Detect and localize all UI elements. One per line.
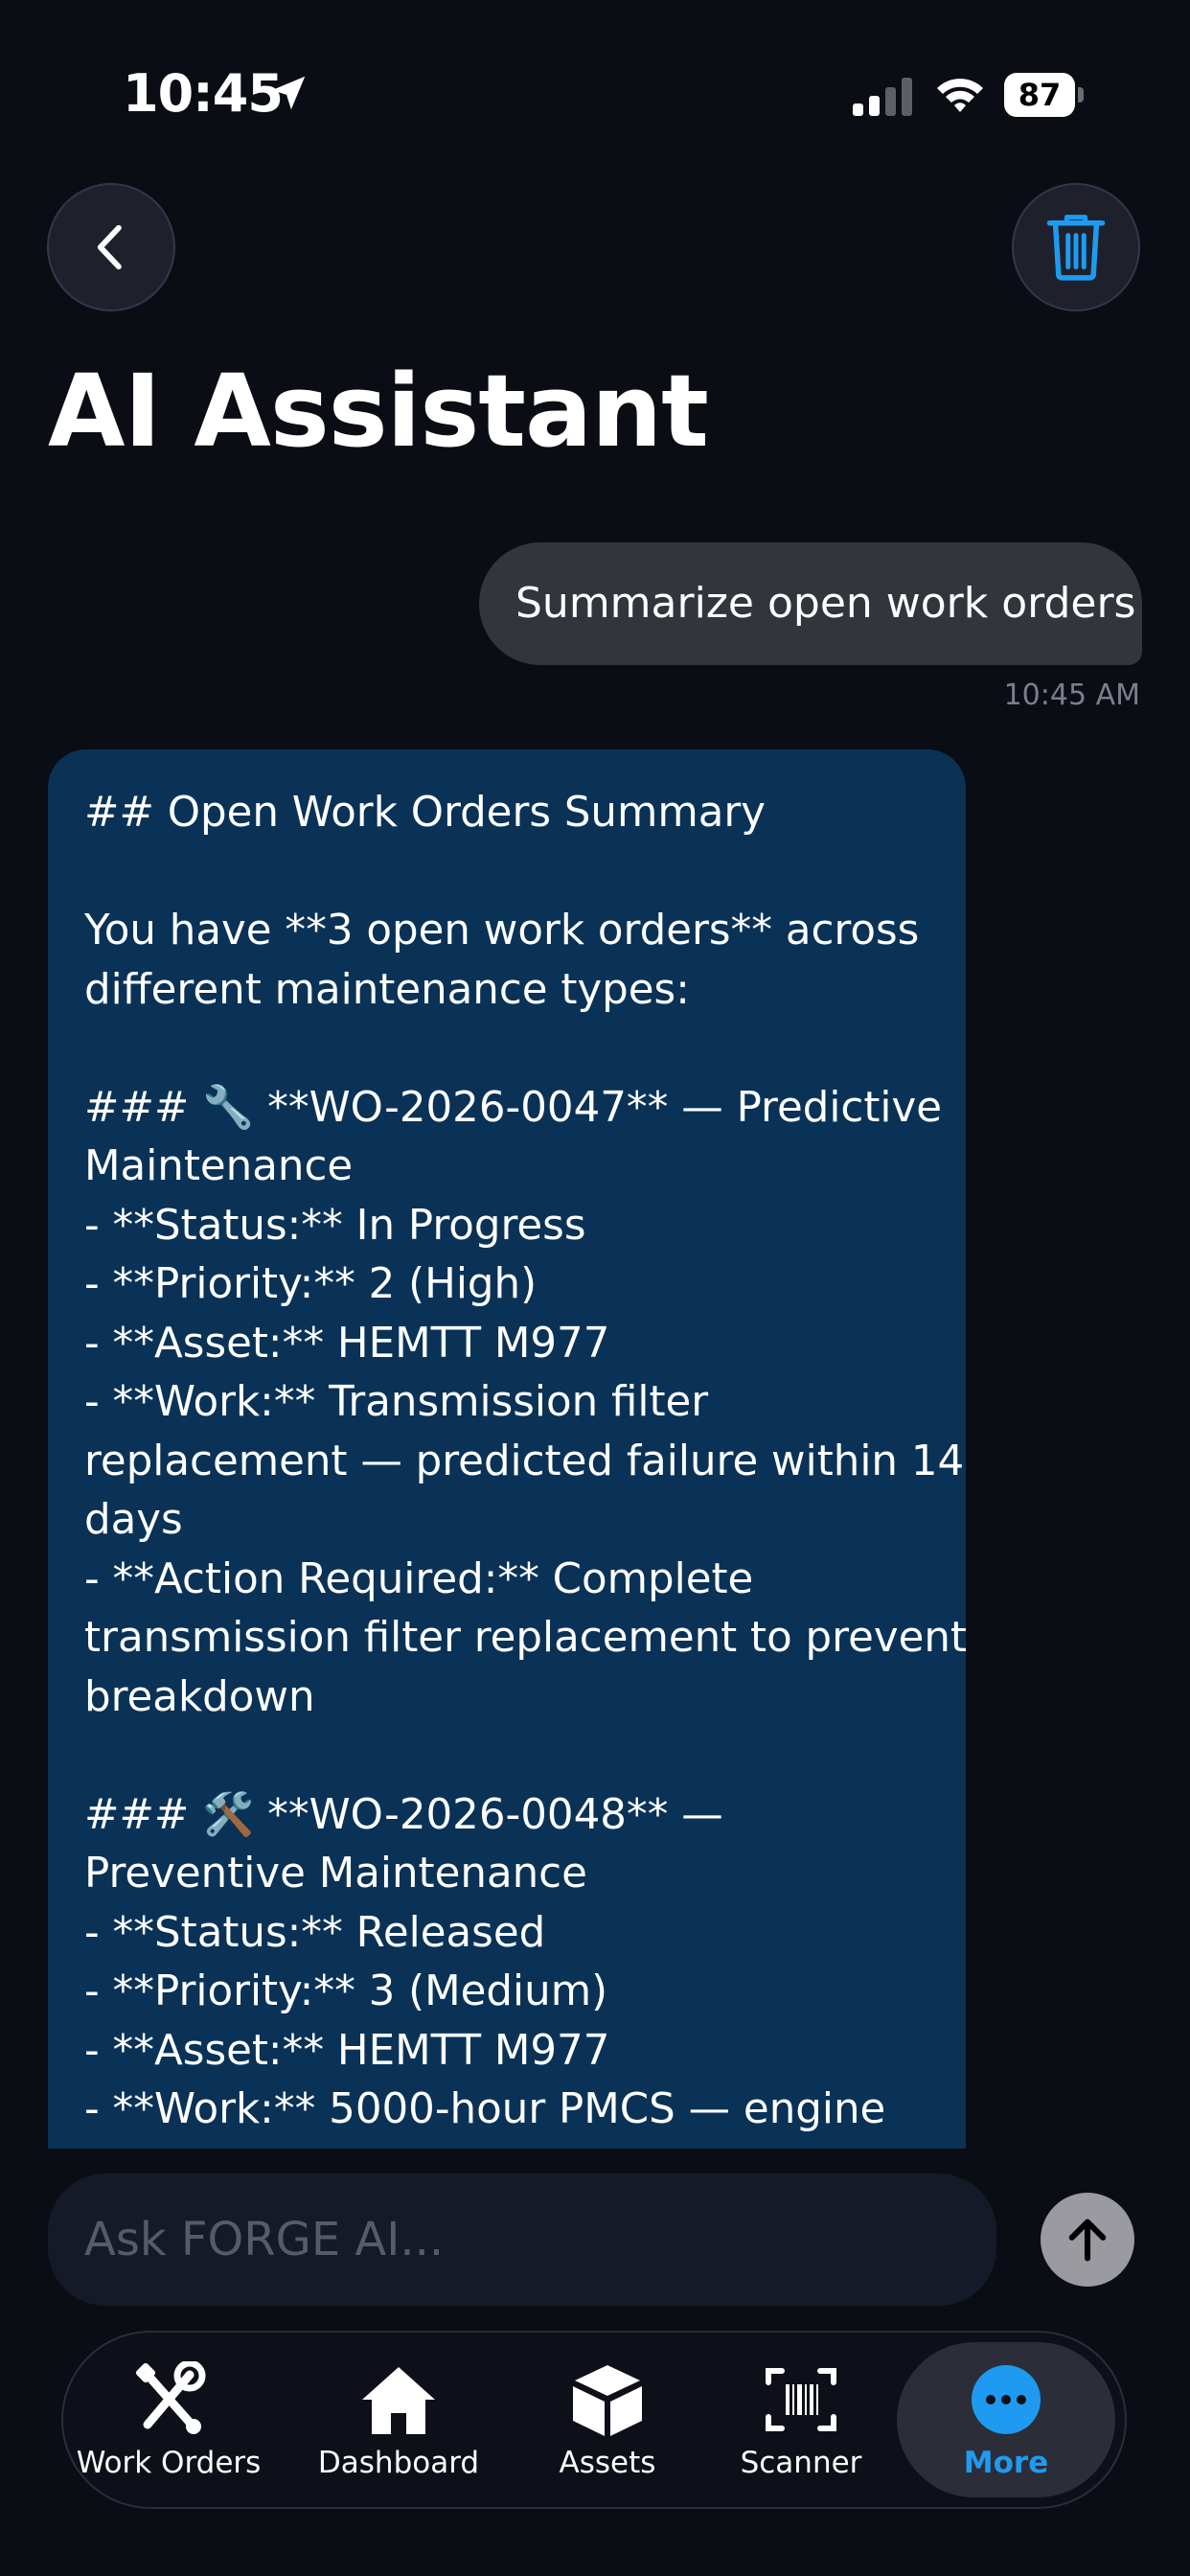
assistant-message-line: ### 🔧 **WO-2026-0047** — Predictive <box>84 1083 942 1132</box>
barcode-scan-icon <box>766 2368 836 2431</box>
chevron-left-icon <box>97 224 122 270</box>
arrow-up-icon <box>1068 2219 1107 2262</box>
assistant-message-line: different maintenance types: <box>84 965 690 1014</box>
trash-icon <box>1046 215 1106 281</box>
ask-ai-input[interactable]: Ask FORGE AI... <box>48 2174 996 2306</box>
assistant-message-line: - **Priority:** 2 (High) <box>84 1260 538 1308</box>
page-title: AI Assistant <box>48 353 709 470</box>
assistant-message-line <box>84 843 931 903</box>
assistant-message-line: - **Status:** Released <box>84 1908 546 1957</box>
tab-scanner[interactable]: Scanner <box>705 2333 897 2507</box>
assistant-message-line: replacement — predicted failure within 1… <box>84 1437 965 1485</box>
cellular-signal-icon <box>853 78 912 116</box>
assistant-message-line: - **Asset:** HEMTT M977 <box>84 1319 610 1368</box>
assistant-message-line: ## Open Work Orders Summary <box>84 789 767 837</box>
assistant-message-line: - **Action Required:** Complete <box>84 1554 754 1603</box>
tab-label: Dashboard <box>317 2446 480 2480</box>
assistant-message-line: Maintenance <box>84 1142 354 1190</box>
assistant-message-line: - **Asset:** HEMTT M977 <box>84 2026 610 2075</box>
wrench-screwdriver-icon <box>135 2361 206 2434</box>
assistant-message-line: You have **3 open work orders** across <box>84 907 920 954</box>
house-icon <box>362 2367 435 2434</box>
tab-label: Work Orders <box>76 2446 262 2480</box>
assistant-message-line: - **Status:** In Progress <box>84 1201 586 1250</box>
location-arrow-icon <box>271 76 306 110</box>
battery-level: 87 <box>1004 73 1075 117</box>
assistant-message-line: breakdown <box>84 1672 315 1721</box>
assistant-message-line <box>84 1727 931 1786</box>
status-time: 10:45 <box>123 63 284 124</box>
clear-chat-button[interactable] <box>1012 183 1140 311</box>
tab-dashboard[interactable]: Dashboard <box>293 2333 504 2507</box>
tab-label: More <box>963 2446 1049 2480</box>
message-timestamp: 10:45 AM <box>1003 678 1140 712</box>
back-button[interactable] <box>47 183 175 311</box>
assistant-message-line: - **Work:** Transmission filter <box>84 1378 709 1426</box>
tab-more[interactable]: More <box>897 2333 1115 2507</box>
assistant-message-text: ## Open Work Orders Summary You have **3 … <box>84 784 966 2140</box>
battery-indicator: 87 <box>1004 73 1085 117</box>
assistant-message-line: ### 🛠️ **WO-2026-0048** — <box>84 1790 723 1839</box>
assistant-message-line: - **Work:** 5000-hour PMCS — engine <box>84 2085 886 2133</box>
wifi-icon <box>937 79 983 112</box>
tab-bar: Work Orders Dashboard Assets Scanner Mor… <box>61 2331 1127 2509</box>
assistant-message-line <box>84 1020 931 1079</box>
ellipsis-circle-icon <box>972 2365 1041 2434</box>
assistant-message-line: Preventive Maintenance <box>84 1850 587 1898</box>
tab-work-orders[interactable]: Work Orders <box>63 2333 274 2507</box>
send-button[interactable] <box>1041 2193 1134 2287</box>
assistant-message-line: transmission filter replacement to preve… <box>84 1614 966 1662</box>
tab-assets[interactable]: Assets <box>521 2333 694 2507</box>
assistant-message-line: - **Priority:** 3 (Medium) <box>84 1967 608 2015</box>
assistant-message-bubble: ## Open Work Orders Summary You have **3 … <box>48 749 966 2149</box>
user-message-bubble: Summarize open work orders <box>479 542 1142 665</box>
cube-icon <box>573 2365 642 2436</box>
assistant-message-line: days <box>84 1496 183 1544</box>
battery-cap <box>1078 87 1084 103</box>
tab-label: Assets <box>559 2446 656 2480</box>
tab-label: Scanner <box>740 2446 862 2480</box>
